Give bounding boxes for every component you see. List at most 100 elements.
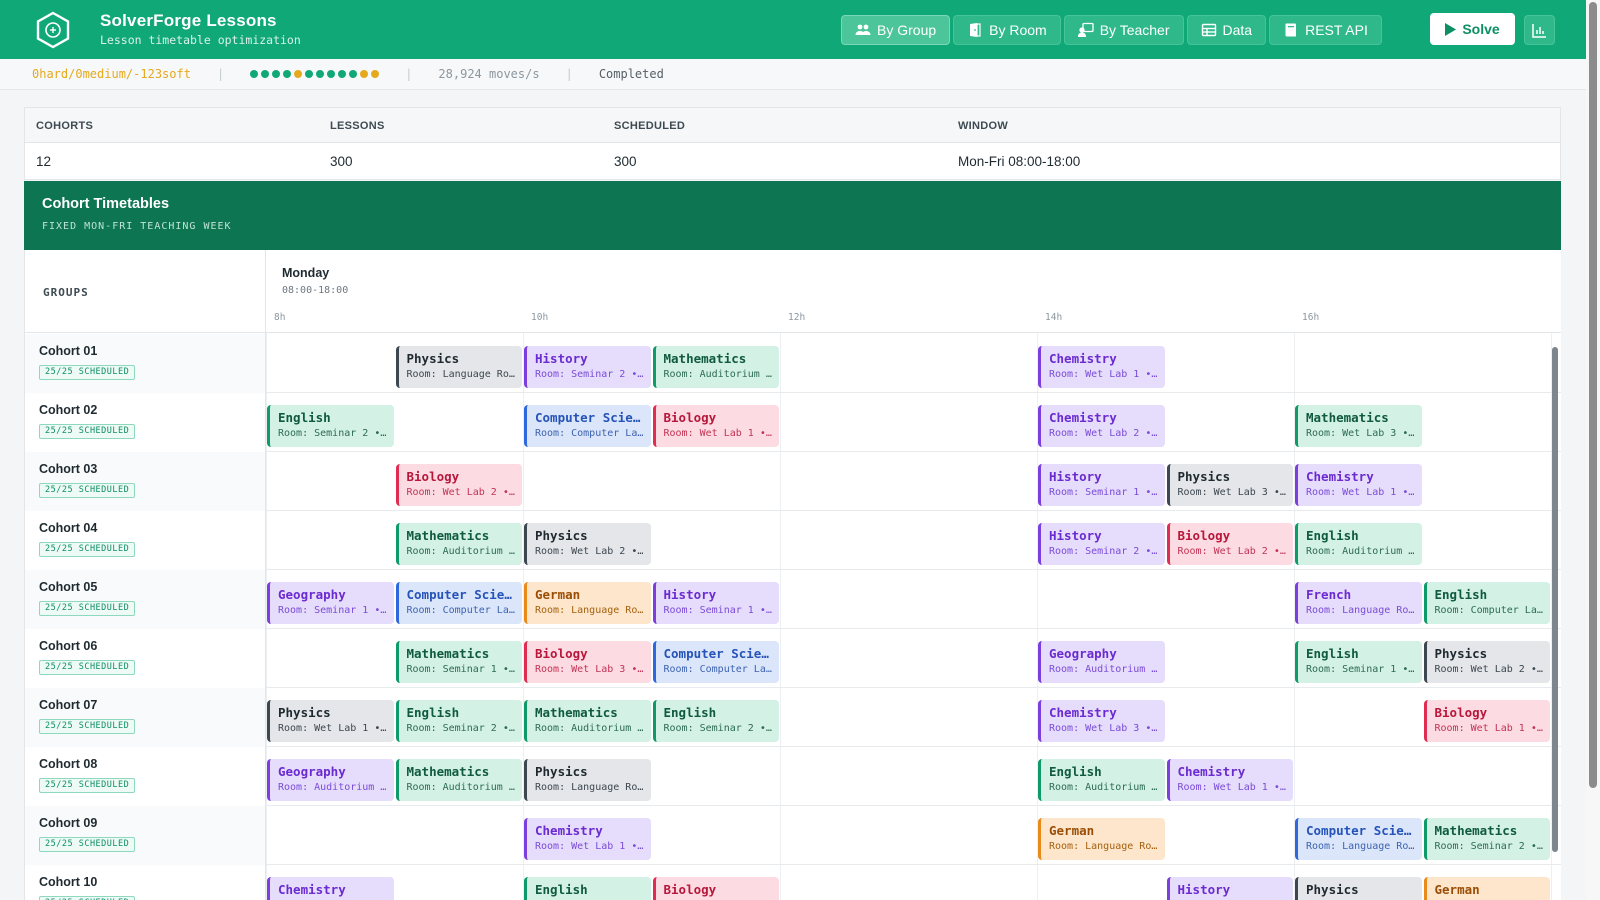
cohort-name: Cohort 07 [39, 698, 98, 712]
lesson-subject: Chemistry [278, 882, 346, 897]
lesson-card[interactable]: Biology Room: Wet Lab 1 •… [652, 405, 779, 447]
lesson-card[interactable]: Computer Scie… Room: Language Ro… [1295, 818, 1422, 860]
lesson-card[interactable]: History Room: Seminar 2 •… [524, 346, 651, 388]
lesson-room: Room: Seminar 1 •… [278, 605, 387, 616]
lesson-subject: History [663, 587, 717, 602]
lesson-room: Room: Seminar 2 •… [663, 723, 772, 734]
nav-rest-api-button[interactable]: REST API [1269, 15, 1382, 45]
lesson-card[interactable]: English Room: Auditorium … [1038, 759, 1165, 801]
lesson-card[interactable]: Mathematics Room: Seminar 2 •… [1423, 818, 1550, 860]
nav-by-room-button[interactable]: By Room [953, 15, 1061, 45]
lesson-card[interactable]: German Room: Language Ro… [1038, 818, 1165, 860]
lesson-card[interactable]: Mathematics Room: Auditorium … [395, 523, 522, 565]
lesson-subject: Geography [278, 764, 346, 779]
lesson-card[interactable]: Physics Room: Wet Lab 2 •… [524, 523, 651, 565]
lesson-card[interactable]: Biology Room: Wet Lab 2 •… [395, 464, 522, 506]
lesson-room: Room: Language Ro… [1306, 841, 1415, 852]
lesson-card[interactable]: Mathematics Room: Auditorium … [395, 759, 522, 801]
lesson-card[interactable]: Biology Room: Wet Lab 2 •… [1166, 523, 1293, 565]
grid-scrollbar[interactable] [1552, 347, 1558, 852]
lesson-card[interactable]: Mathematics Room: Wet Lab 3 •… [1295, 405, 1422, 447]
lesson-card[interactable]: Chemistry Room: Wet Lab 1 •… [524, 818, 651, 860]
lesson-room: Room: Seminar 2 •… [535, 369, 644, 380]
nav-label: REST API [1305, 22, 1368, 38]
lesson-card[interactable]: English Room: Seminar 2 •… [652, 700, 779, 742]
lesson-card[interactable]: English Room: Seminar 2 •… [267, 405, 394, 447]
lesson-room: Room: Wet Lab 3 •… [1306, 428, 1415, 439]
lesson-card[interactable]: Chemistry Room: Wet Lab 2 •… [1038, 405, 1165, 447]
lesson-card[interactable]: English Room: Seminar 1 •… [1295, 641, 1422, 683]
nav-by-group-button[interactable]: By Group [841, 15, 951, 45]
lesson-card[interactable]: Chemistry [267, 877, 394, 900]
status-dot [360, 70, 369, 78]
lesson-card[interactable]: Mathematics Room: Auditorium … [524, 700, 651, 742]
lesson-card[interactable]: Mathematics Room: Auditorium … [652, 346, 779, 388]
lesson-room: Room: Seminar 1 •… [1306, 664, 1415, 675]
lesson-room: Room: Wet Lab 3 •… [535, 664, 644, 675]
row-label-cell [25, 806, 265, 865]
lesson-card[interactable]: English [524, 877, 651, 900]
lesson-card[interactable]: German Room: Language Ro… [524, 582, 651, 624]
lesson-card[interactable]: Physics Room: Language Ro… [395, 346, 522, 388]
lesson-subject: German [535, 587, 581, 602]
lesson-card[interactable]: Physics Room: Language Ro… [524, 759, 651, 801]
lesson-card[interactable]: German [1423, 877, 1550, 900]
lesson-card[interactable]: Computer Scie… Room: Computer La… [395, 582, 522, 624]
view-nav: By Group By Room By Teacher Data REST AP… [841, 15, 1382, 45]
lesson-card[interactable]: Biology [652, 877, 779, 900]
lesson-card[interactable]: History Room: Seminar 1 •… [1038, 464, 1165, 506]
status-dot [272, 70, 281, 78]
day-range: 08:00-18:00 [282, 285, 349, 296]
lesson-card[interactable]: Geography Room: Auditorium … [267, 759, 394, 801]
lesson-card[interactable]: History Room: Seminar 1 •… [652, 582, 779, 624]
nav-data-button[interactable]: Data [1186, 15, 1267, 45]
page-scrollbar[interactable] [1589, 2, 1597, 788]
lesson-card[interactable]: Chemistry Room: Wet Lab 1 •… [1166, 759, 1293, 801]
lesson-card[interactable]: Chemistry Room: Wet Lab 3 •… [1038, 700, 1165, 742]
lesson-subject: Computer Scie… [663, 646, 769, 661]
book-icon [1285, 23, 1297, 37]
lesson-card[interactable]: Chemistry Room: Wet Lab 1 •… [1038, 346, 1165, 388]
lesson-card[interactable]: English Room: Seminar 2 •… [395, 700, 522, 742]
cohort-name: Cohort 03 [39, 462, 98, 476]
lesson-card[interactable]: French Room: Language Ro… [1295, 582, 1422, 624]
lesson-card[interactable]: Physics Room: Wet Lab 1 •… [267, 700, 394, 742]
scheduled-badge: 25/25 SCHEDULED [39, 601, 136, 616]
lesson-card[interactable]: Biology Room: Wet Lab 1 •… [1423, 700, 1550, 742]
lesson-room: Room: Seminar 1 •… [406, 664, 515, 675]
lesson-subject: Chemistry [1049, 705, 1117, 720]
lesson-card[interactable]: Chemistry Room: Wet Lab 1 •… [1295, 464, 1422, 506]
row-label-cell [25, 747, 265, 806]
door-icon [970, 23, 981, 37]
cohort-row: Cohort 03 25/25 SCHEDULED Biology Room: Wet… [25, 452, 1561, 511]
lesson-card[interactable]: English Room: Auditorium … [1295, 523, 1422, 565]
cohort-row: Cohort 07 25/25 SCHEDULED Physics Room: Wet… [25, 688, 1561, 747]
divider: | [405, 67, 413, 81]
solve-button[interactable]: Solve [1430, 13, 1515, 45]
lesson-card[interactable]: Mathematics Room: Seminar 1 •… [395, 641, 522, 683]
row-label-cell [25, 511, 265, 570]
lesson-subject: English [278, 410, 331, 425]
nav-by-teacher-button[interactable]: By Teacher [1063, 15, 1184, 45]
analysis-button[interactable] [1524, 15, 1555, 45]
row-label-cell [25, 334, 265, 393]
lesson-card[interactable]: Physics Room: Wet Lab 3 •… [1166, 464, 1293, 506]
lesson-card[interactable]: History [1166, 877, 1293, 900]
lesson-card[interactable]: Geography Room: Seminar 1 •… [267, 582, 394, 624]
status-dot [338, 70, 347, 78]
lesson-card[interactable]: History Room: Seminar 2 •… [1038, 523, 1165, 565]
teacher-icon [1077, 22, 1094, 38]
lesson-card[interactable]: English Room: Computer La… [1423, 582, 1550, 624]
lesson-card[interactable]: Physics Room: Wet Lab 2 •… [1423, 641, 1550, 683]
score-text: 0hard/0medium/-123soft [32, 67, 191, 81]
hour-tick: 14h [1045, 312, 1063, 323]
lesson-card[interactable]: Physics [1295, 877, 1422, 900]
lesson-card[interactable]: Biology Room: Wet Lab 3 •… [524, 641, 651, 683]
value-cohorts: 12 [36, 154, 52, 169]
lesson-card[interactable]: Geography Room: Auditorium … [1038, 641, 1165, 683]
lesson-card[interactable]: Computer Scie… Room: Computer La… [652, 641, 779, 683]
cohort-name: Cohort 08 [39, 757, 98, 771]
scheduled-badge: 25/25 SCHEDULED [39, 837, 136, 852]
lesson-card[interactable]: Computer Scie… Room: Computer La… [524, 405, 651, 447]
lesson-room: Room: Auditorium … [1306, 546, 1415, 557]
